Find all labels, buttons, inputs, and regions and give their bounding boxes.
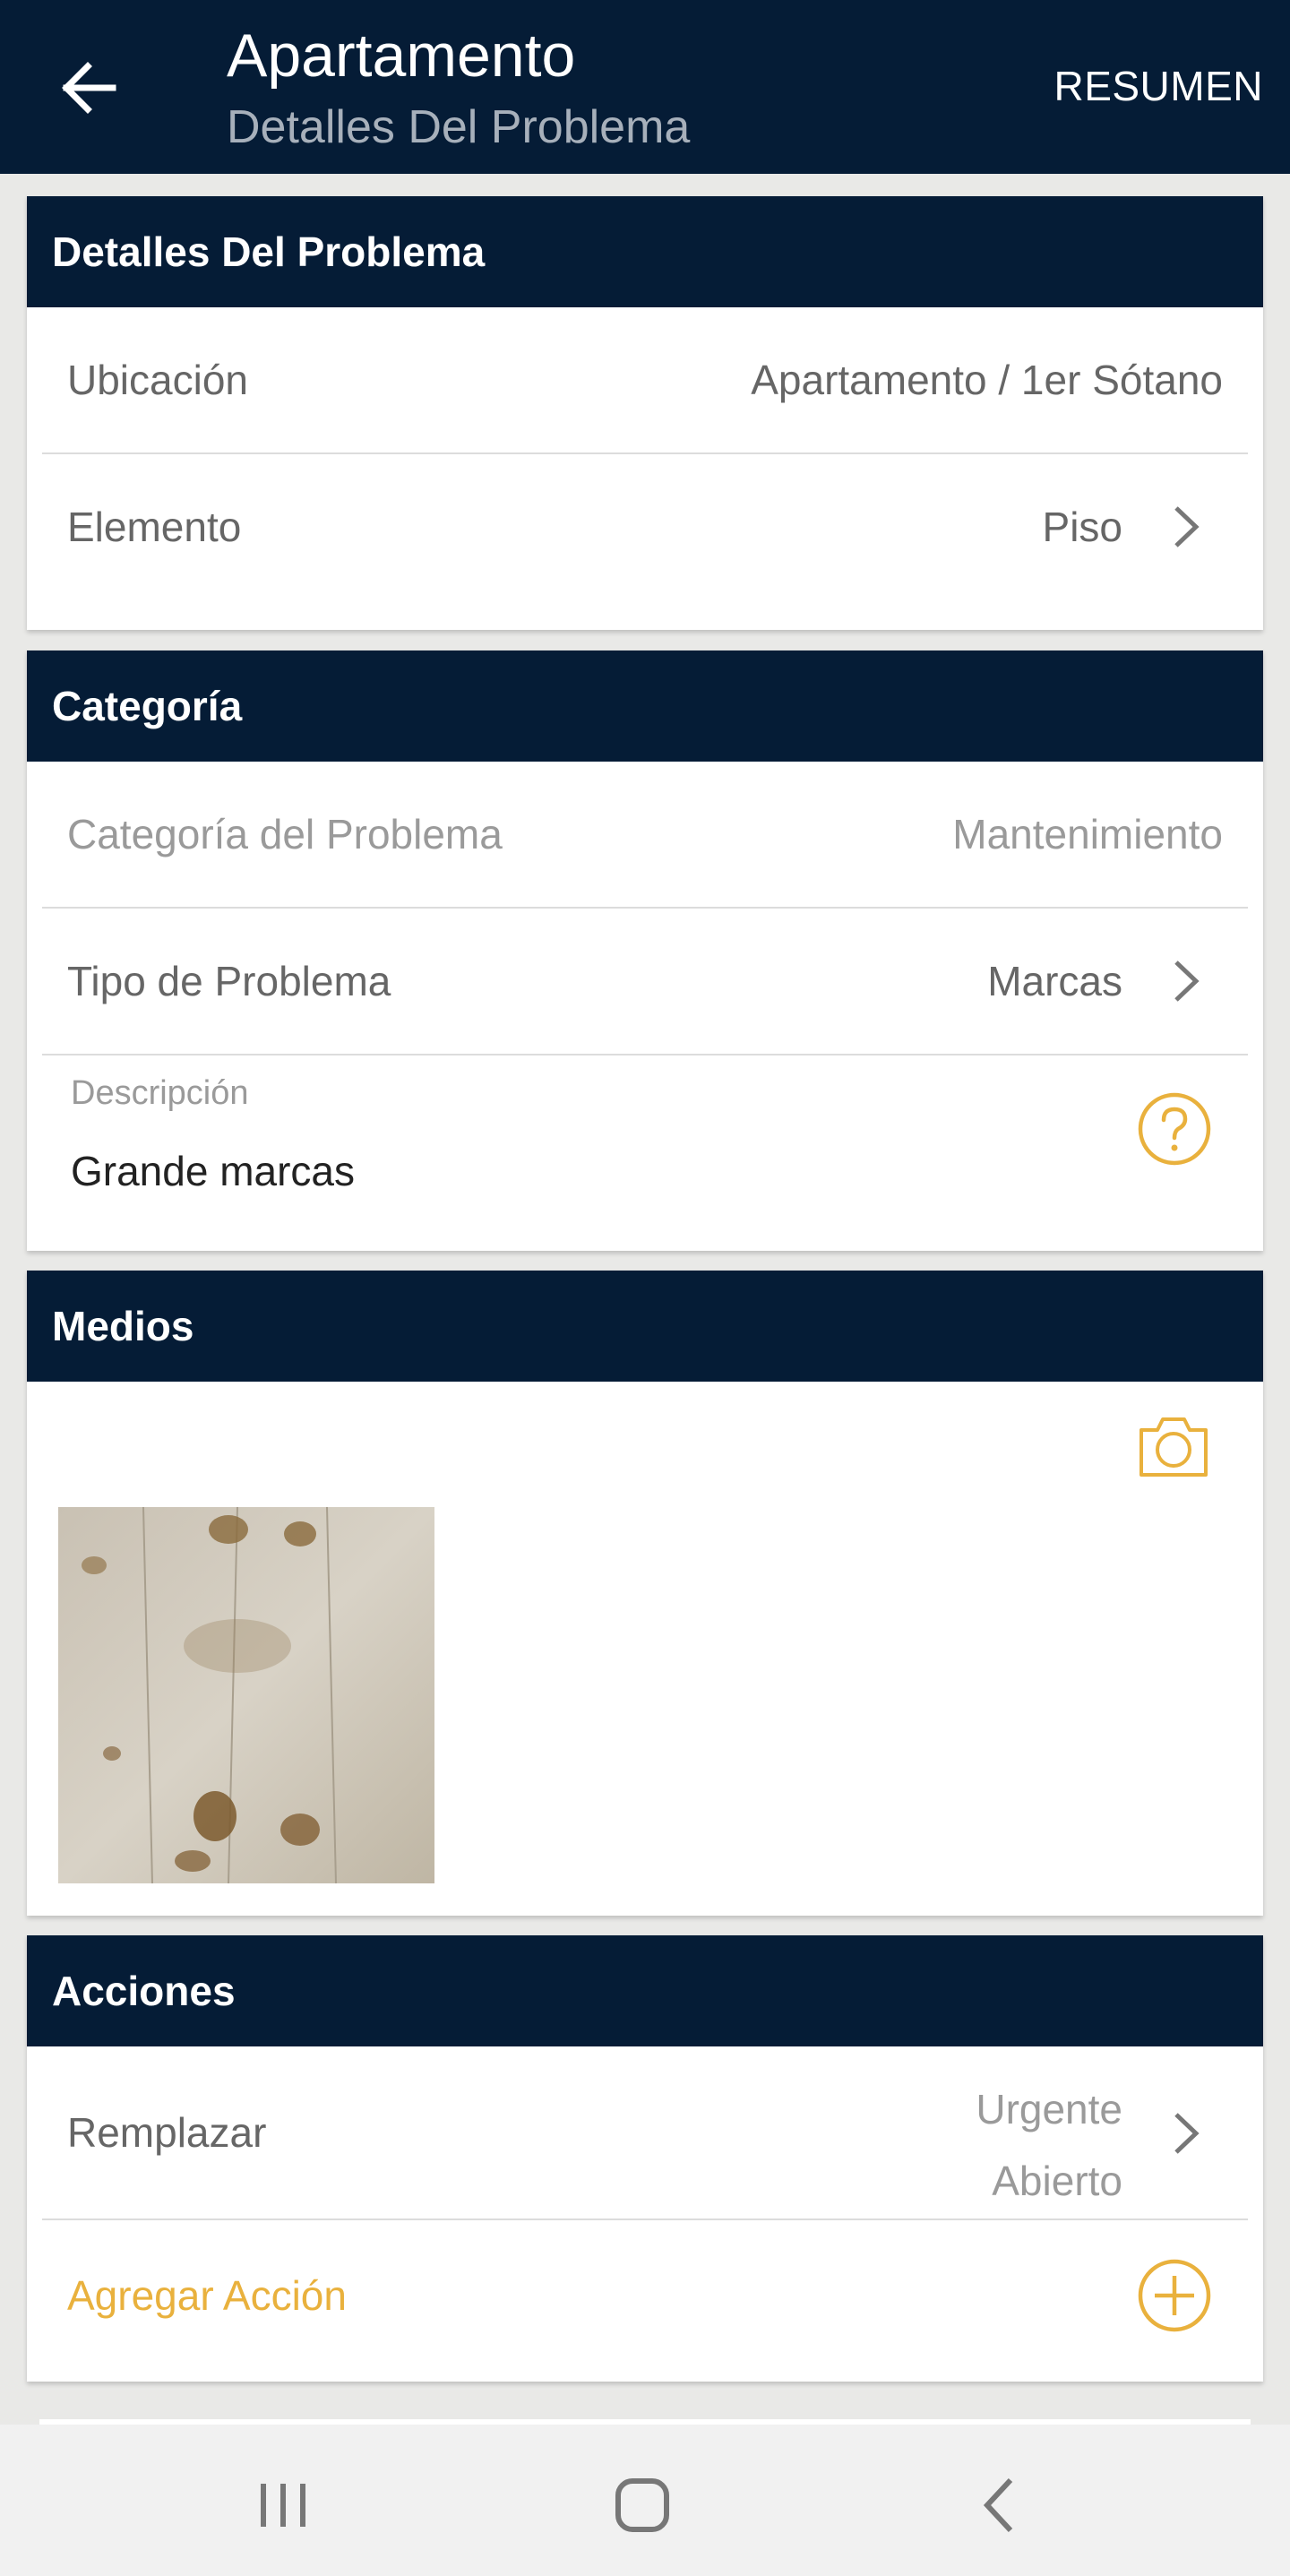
action-status: Abierto bbox=[992, 2158, 1122, 2204]
page-subtitle: Detalles Del Problema bbox=[227, 101, 691, 153]
element-row[interactable]: Elemento Piso bbox=[42, 454, 1248, 599]
chevron-right-icon bbox=[1174, 961, 1200, 1002]
floor-photo-image bbox=[58, 1507, 434, 1883]
summary-button[interactable]: RESUMEN bbox=[1054, 57, 1263, 115]
problem-details-card: Detalles Del Problema Ubicación Apartame… bbox=[27, 196, 1263, 630]
page-title: Apartamento bbox=[227, 22, 576, 90]
action-item-label: Remplazar bbox=[67, 2109, 267, 2156]
media-header: Medios bbox=[27, 1271, 1263, 1382]
add-circle-icon[interactable] bbox=[1137, 2258, 1212, 2333]
recent-apps-icon[interactable] bbox=[238, 2460, 328, 2550]
problem-category-value: Mantenimiento bbox=[952, 811, 1223, 857]
chevron-right-icon bbox=[1174, 506, 1200, 547]
media-body bbox=[27, 1382, 1263, 1916]
location-value: Apartamento / 1er Sótano bbox=[751, 357, 1223, 403]
back-nav-icon[interactable] bbox=[957, 2460, 1046, 2550]
problem-details-header: Detalles Del Problema bbox=[27, 196, 1263, 307]
help-icon[interactable] bbox=[1137, 1091, 1212, 1167]
problem-type-row[interactable]: Tipo de Problema Marcas bbox=[42, 909, 1248, 1055]
location-row: Ubicación Apartamento / 1er Sótano bbox=[42, 307, 1248, 454]
location-label: Ubicación bbox=[67, 357, 248, 403]
app-bar: Apartamento Detalles Del Problema RESUME… bbox=[0, 0, 1290, 174]
action-priority: Urgente bbox=[976, 2086, 1122, 2132]
add-action-label: Agregar Acción bbox=[67, 2272, 347, 2319]
actions-card: Acciones Remplazar Urgente Abierto Agreg… bbox=[27, 1935, 1263, 2382]
action-status-stack: Urgente Abierto bbox=[976, 2073, 1122, 2217]
home-icon[interactable] bbox=[598, 2460, 687, 2550]
problem-category-row: Categoría del Problema Mantenimiento bbox=[42, 762, 1248, 909]
category-header: Categoría bbox=[27, 650, 1263, 762]
camera-icon[interactable] bbox=[1138, 1409, 1209, 1480]
action-item-row[interactable]: Remplazar Urgente Abierto bbox=[42, 2046, 1248, 2220]
element-value: Piso bbox=[1042, 504, 1122, 550]
description-label: Descripción bbox=[71, 1074, 249, 1112]
problem-category-label: Categoría del Problema bbox=[67, 811, 503, 857]
problem-type-label: Tipo de Problema bbox=[67, 958, 391, 1004]
arrow-left-icon bbox=[62, 62, 116, 114]
actions-header: Acciones bbox=[27, 1935, 1263, 2046]
description-value: Grande marcas bbox=[71, 1148, 356, 1194]
add-action-row[interactable]: Agregar Acción bbox=[42, 2220, 1248, 2371]
back-button[interactable] bbox=[54, 52, 125, 124]
media-card: Medios bbox=[27, 1271, 1263, 1916]
media-thumbnail[interactable] bbox=[58, 1507, 434, 1883]
description-field[interactable]: Descripción Grande marcas bbox=[42, 1055, 1248, 1235]
chevron-right-icon bbox=[1174, 2113, 1200, 2154]
system-nav-bar bbox=[0, 2425, 1290, 2576]
category-card: Categoría Categoría del Problema Manteni… bbox=[27, 650, 1263, 1251]
element-label: Elemento bbox=[67, 504, 242, 550]
problem-type-value: Marcas bbox=[987, 958, 1122, 1004]
